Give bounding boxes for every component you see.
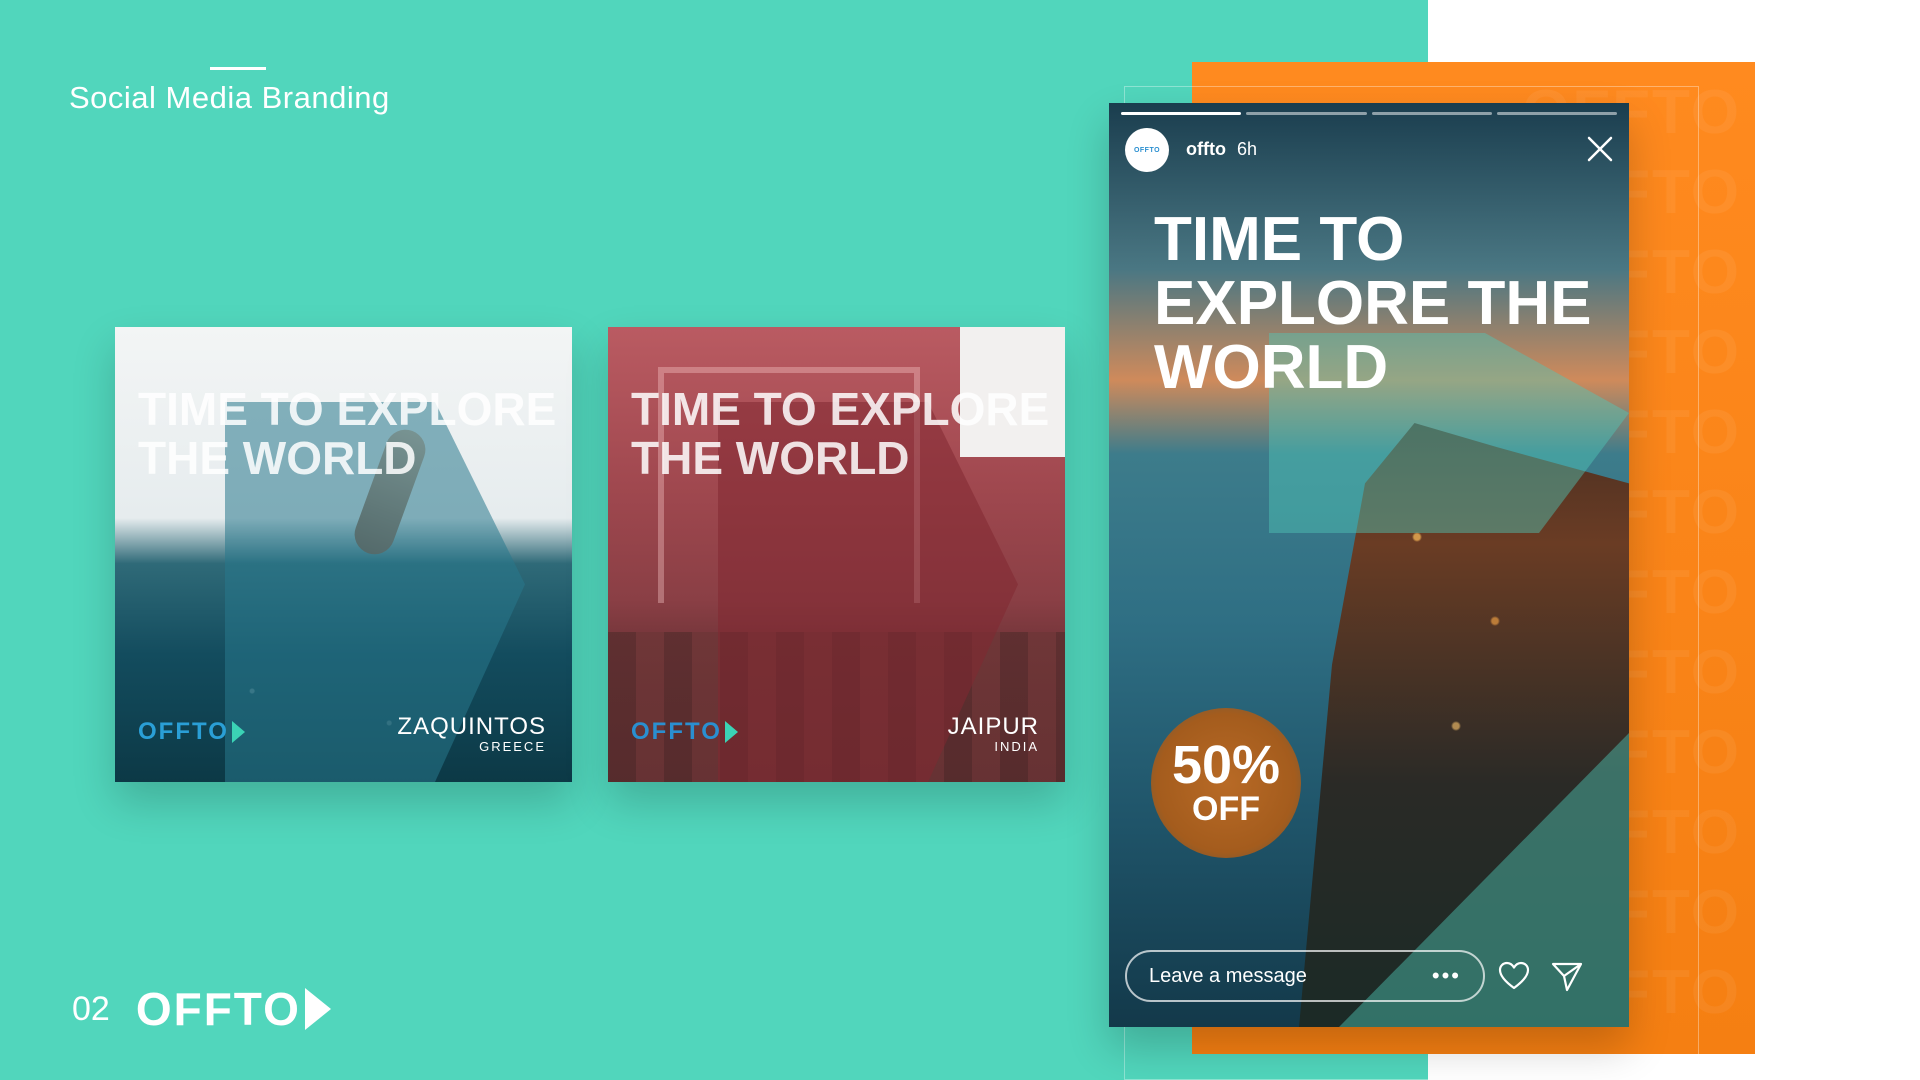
heart-icon[interactable] [1497,959,1531,993]
post-brand-logo: OFFTO [138,718,245,746]
brand-logo-text: OFFTO [135,983,301,1035]
story-username[interactable]: offto [1186,139,1226,160]
post-title: TIME TO EXPLORE THE WORLD [138,383,557,484]
story-progress-segment [1371,112,1492,115]
post-location-country: GREECE [479,739,546,754]
post-location-country: INDIA [994,739,1039,754]
discount-percent: 50% [1171,735,1281,795]
story-title: TIME TO EXPLORE THE WORLD [1154,205,1592,402]
story-progress-segment [1496,112,1617,115]
post-location-name: JAIPUR [947,713,1039,740]
avatar[interactable]: OFFTO [1125,128,1169,172]
message-placeholder: Leave a message [1149,964,1307,987]
heading-divider [210,67,266,70]
avatar-label: OFFTO [1133,146,1161,154]
chevron-right-icon [304,988,331,1030]
story-progress-bar [1121,112,1617,115]
chevron-right-icon [724,721,738,743]
brand-logo: OFFTO [136,982,331,1036]
story-progress-segment [1121,112,1242,115]
post-location: ZAQUINTOS GREECE [397,713,546,754]
story-progress-segment [1246,112,1367,115]
chevron-right-icon [231,721,245,743]
post-location: JAIPUR INDIA [948,713,1039,754]
post-title: TIME TO EXPLORE THE WORLD [631,383,1050,484]
page-number: 02 [72,989,110,1028]
discount-label: OFF [1192,790,1260,828]
send-icon[interactable] [1550,959,1584,993]
footer: 02 OFFTO [72,982,331,1036]
page-title: Social Media Branding [69,80,390,115]
more-icon[interactable]: ••• [1432,965,1461,987]
post-brand-logo: OFFTO [631,718,738,746]
close-icon[interactable] [1585,134,1615,164]
social-post-jaipur: TIME TO EXPLORE THE WORLD OFFTO JAIPUR I… [608,327,1065,782]
instagram-story: OFFTO offto 6h TIME TO EXPLORE THE WORLD… [1109,103,1629,1027]
message-input[interactable]: Leave a message ••• [1125,950,1485,1002]
story-timestamp: 6h [1237,139,1258,159]
post-location-name: ZAQUINTOS [397,713,546,740]
social-post-zaquintos: TIME TO EXPLORE THE WORLD OFFTO ZAQUINTO… [115,327,572,782]
post-brand-text: OFFTO [631,718,722,745]
post-brand-text: OFFTO [138,718,229,745]
discount-badge: 50% OFF [1151,708,1301,858]
